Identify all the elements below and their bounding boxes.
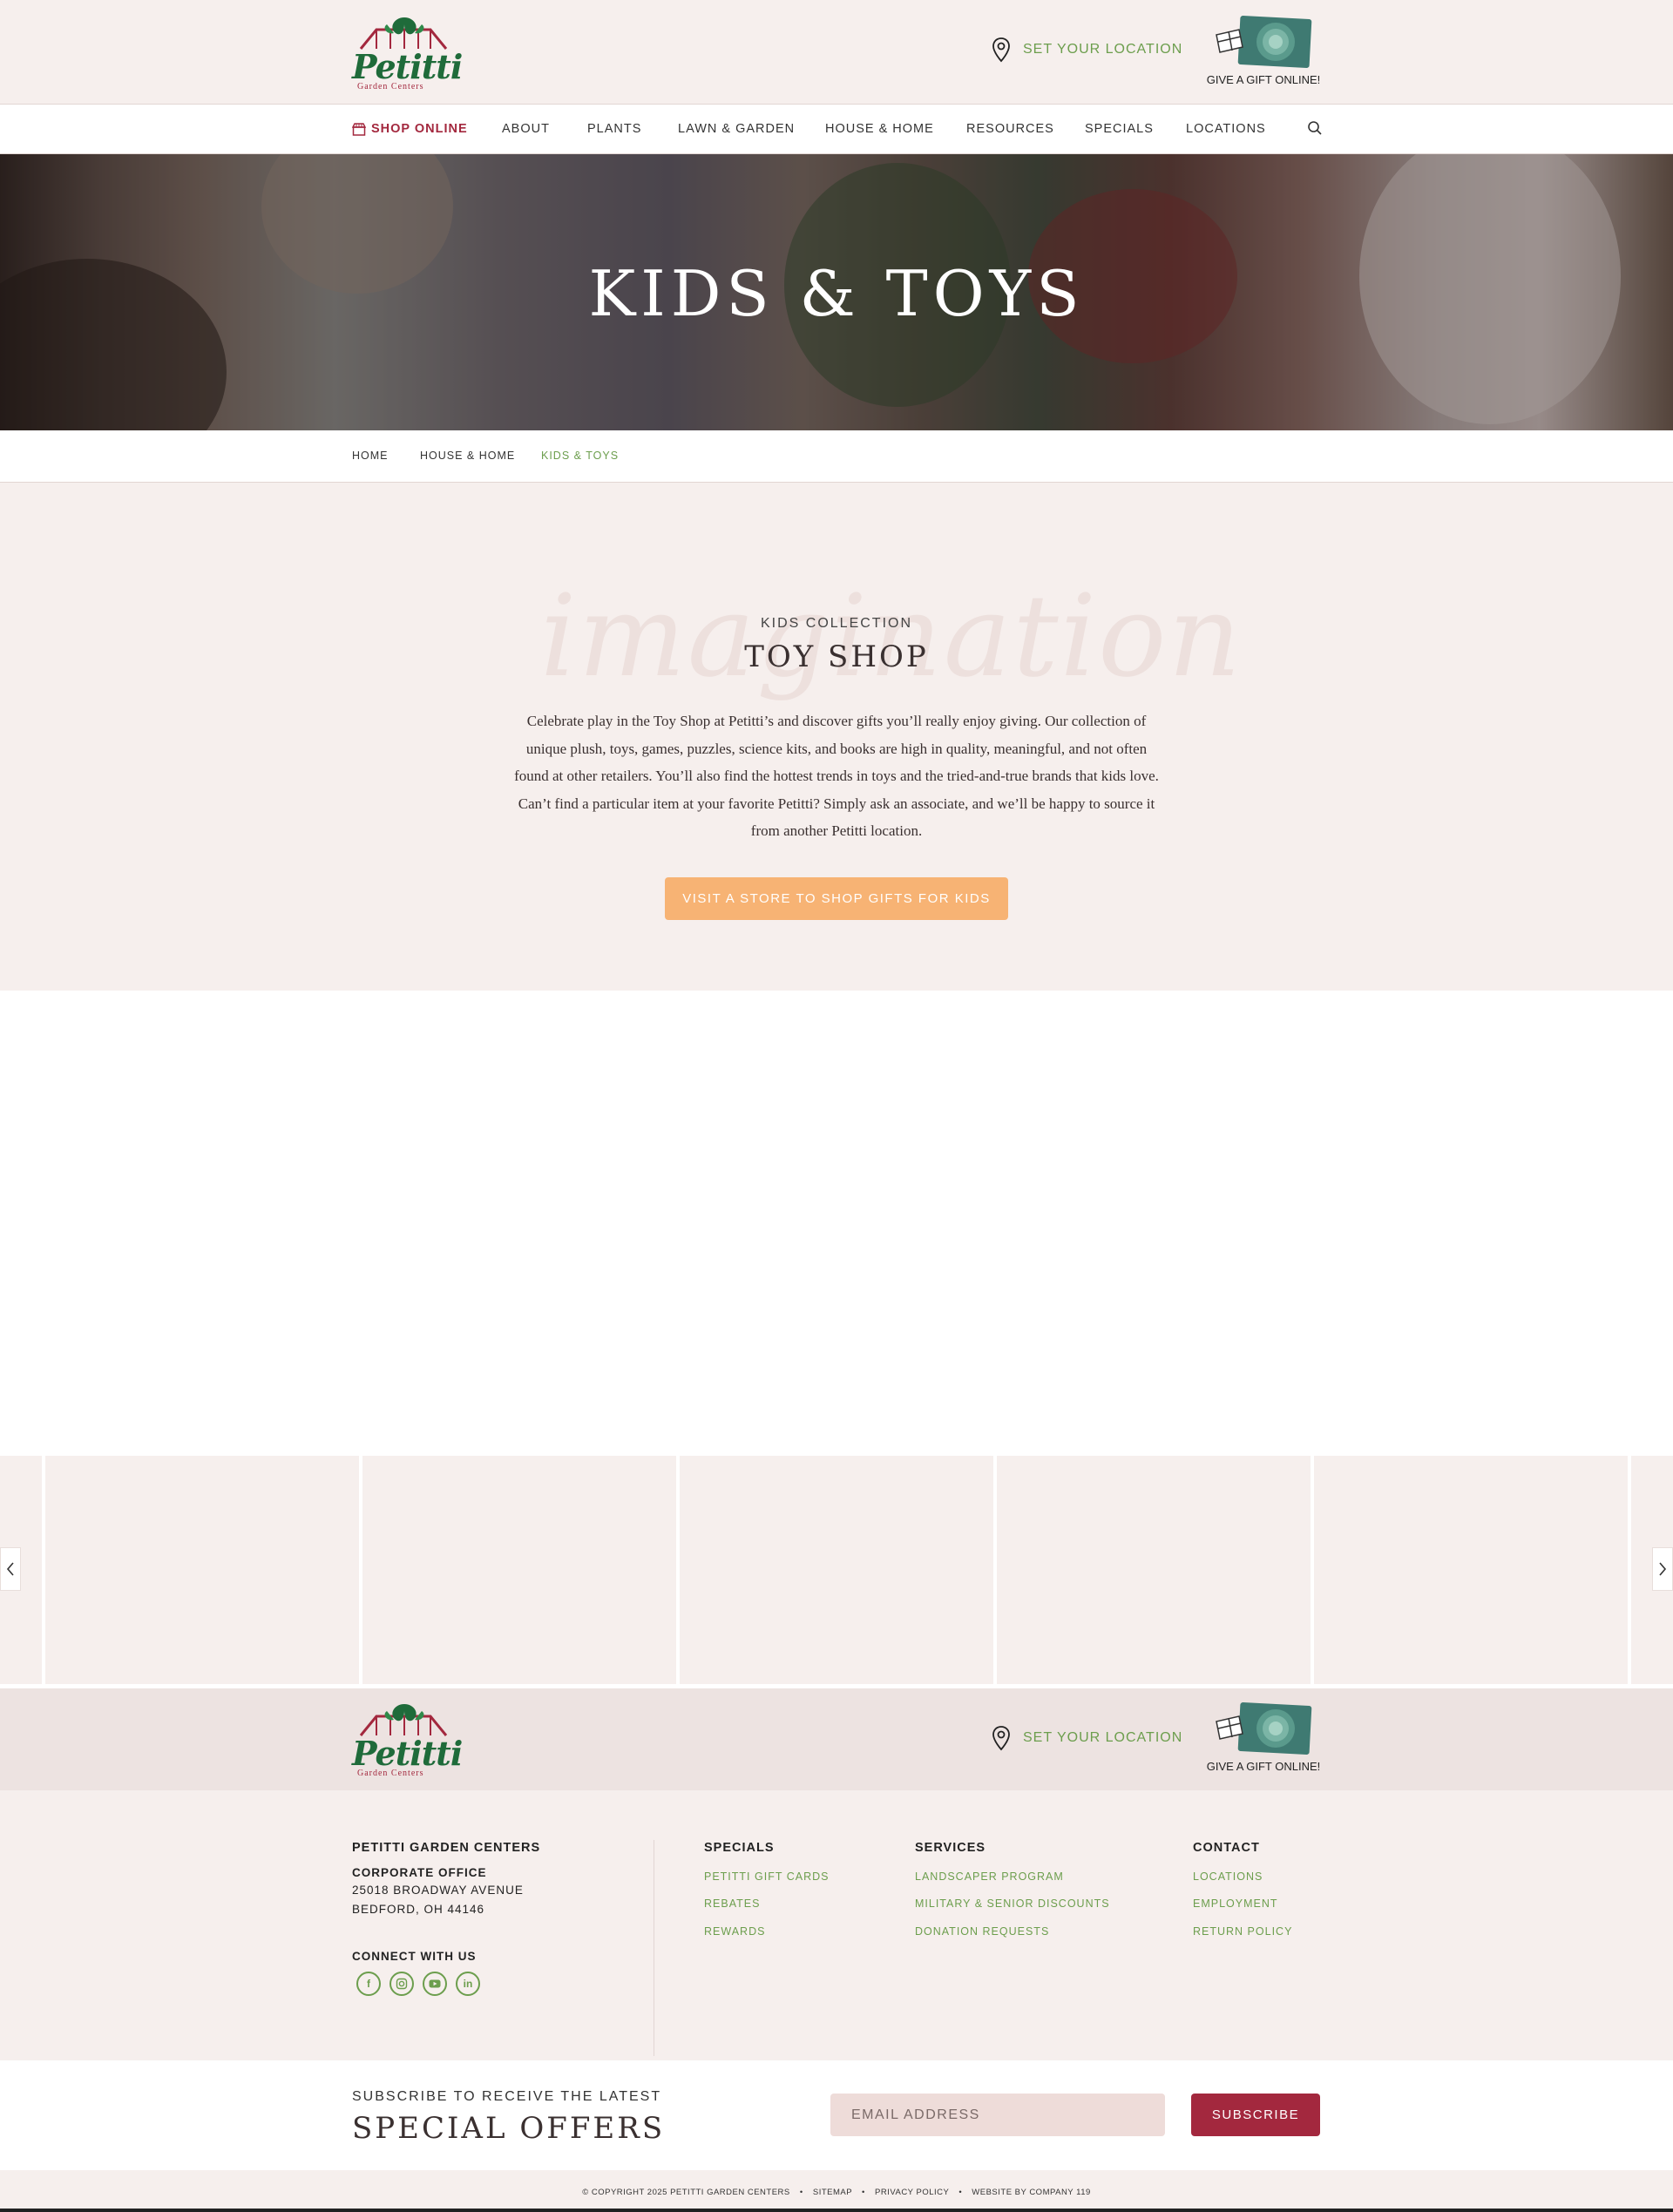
nav-resources[interactable]: RESOURCES xyxy=(966,122,1054,136)
intro-section: imagination KIDS COLLECTION TOY SHOP Cel… xyxy=(0,483,1673,991)
section-title: TOY SHOP xyxy=(744,639,929,674)
empty-content-area xyxy=(0,991,1673,1456)
privacy-policy-link[interactable]: PRIVACY POLICY xyxy=(875,2188,949,2197)
gift-card-label: GIVE A GIFT ONLINE! xyxy=(1206,73,1321,86)
main-nav: SHOP ONLINE ABOUT PLANTS LAWN & GARDEN H… xyxy=(0,104,1673,154)
website-credit-link[interactable]: WEBSITE BY COMPANY 119 xyxy=(972,2188,1090,2197)
footer-set-location-link[interactable]: SET YOUR LOCATION xyxy=(992,1725,1182,1751)
footer-company-name: PETITTI GARDEN CENTERS xyxy=(352,1841,541,1855)
bottom-edge-bar xyxy=(0,2209,1673,2212)
footer-link-discounts[interactable]: MILITARY & SENIOR DISCOUNTS xyxy=(915,1897,1110,1910)
breadcrumb-home[interactable]: HOME xyxy=(352,450,389,462)
footer-gift-card-link[interactable]: GIVE A GIFT ONLINE! xyxy=(1206,1702,1321,1773)
separator-dot: • xyxy=(862,2188,865,2197)
footer-link-rebates[interactable]: REBATES xyxy=(704,1897,760,1910)
footer-address: 25018 BROADWAY AVENUE BEDFORD, OH 44146 xyxy=(352,1881,524,1919)
nav-about[interactable]: ABOUT xyxy=(502,122,550,136)
separator-dot: • xyxy=(799,2188,803,2197)
section-kicker: KIDS COLLECTION xyxy=(760,616,913,631)
logo-subtitle: Garden Centers xyxy=(357,82,424,91)
map-pin-icon xyxy=(992,1726,1010,1751)
footer-contact-title: CONTACT xyxy=(1193,1841,1260,1855)
nav-shop-online[interactable]: SHOP ONLINE xyxy=(352,122,468,136)
footer-link-landscaper[interactable]: LANDSCAPER PROGRAM xyxy=(915,1870,1064,1883)
set-location-label: SET YOUR LOCATION xyxy=(1023,1730,1183,1745)
gift-card-link[interactable]: GIVE A GIFT ONLINE! xyxy=(1206,16,1321,86)
carousel-slide[interactable] xyxy=(997,1456,1311,1684)
instagram-icon[interactable] xyxy=(389,1972,414,1996)
subscribe-button[interactable]: SUBSCRIBE xyxy=(1191,2094,1320,2136)
nav-lawn-garden[interactable]: LAWN & GARDEN xyxy=(678,122,795,136)
linkedin-icon[interactable]: in xyxy=(456,1972,480,1996)
newsletter-signup: SUBSCRIBE TO RECEIVE THE LATEST SPECIAL … xyxy=(0,2060,1673,2170)
copyright-text: © COPYRIGHT 2025 PETITTI GARDEN CENTERS xyxy=(582,2188,790,2197)
chevron-left-icon xyxy=(6,1562,14,1576)
footer-connect-label: CONNECT WITH US xyxy=(352,1950,477,1963)
breadcrumb-current: KIDS & TOYS xyxy=(541,450,620,462)
address-line: 25018 BROADWAY AVENUE xyxy=(352,1884,524,1897)
gift-card-label: GIVE A GIFT ONLINE! xyxy=(1206,1760,1321,1773)
carousel-prev-button[interactable] xyxy=(0,1547,21,1591)
storefront-icon xyxy=(352,122,366,136)
set-location-link[interactable]: SET YOUR LOCATION xyxy=(992,37,1182,63)
separator-dot: • xyxy=(958,2188,963,2197)
petitti-logo[interactable]: Petitti Garden Centers xyxy=(352,12,463,92)
image-carousel xyxy=(0,1456,1673,1686)
nav-locations[interactable]: LOCATIONS xyxy=(1186,122,1266,136)
facebook-icon[interactable]: f xyxy=(356,1972,381,1996)
logo-wordmark: Petitti xyxy=(352,1734,463,1773)
footer-link-gift-cards[interactable]: PETITTI GIFT CARDS xyxy=(704,1870,829,1883)
subscribe-title: SPECIAL OFFERS xyxy=(352,2111,666,2146)
decorative-script-text: imagination xyxy=(540,570,1243,702)
logo-subtitle: Garden Centers xyxy=(357,1769,424,1778)
set-location-label: SET YOUR LOCATION xyxy=(1023,42,1183,57)
map-pin-icon xyxy=(992,37,1010,63)
chevron-right-icon xyxy=(1659,1562,1667,1576)
footer-specials-title: SPECIALS xyxy=(704,1841,775,1855)
logo-wordmark: Petitti xyxy=(352,47,463,86)
sitemap-link[interactable]: SITEMAP xyxy=(813,2188,852,2197)
subscribe-kicker: SUBSCRIBE TO RECEIVE THE LATEST xyxy=(352,2089,662,2104)
footer-link-return-policy[interactable]: RETURN POLICY xyxy=(1193,1925,1292,1938)
hero-banner: KIDS & TOYS xyxy=(0,154,1673,430)
footer: PETITTI GARDEN CENTERS CORPORATE OFFICE … xyxy=(0,1790,1673,2060)
footer-header: Petitti Garden Centers SET YOUR LOCATION… xyxy=(0,1686,1673,1790)
carousel-slide[interactable] xyxy=(362,1456,676,1684)
footer-office-label: CORPORATE OFFICE xyxy=(352,1866,487,1879)
carousel-slide[interactable] xyxy=(680,1456,993,1684)
nav-house-home[interactable]: HOUSE & HOME xyxy=(825,122,934,136)
email-field[interactable] xyxy=(830,2094,1165,2136)
footer-link-rewards[interactable]: REWARDS xyxy=(704,1925,765,1938)
section-body: Celebrate play in the Toy Shop at Petitt… xyxy=(514,713,1159,839)
footer-petitti-logo[interactable]: Petitti Garden Centers xyxy=(352,1699,463,1779)
carousel-next-button[interactable] xyxy=(1652,1547,1673,1591)
carousel-slide[interactable] xyxy=(1314,1456,1628,1684)
nav-specials[interactable]: SPECIALS xyxy=(1085,122,1154,136)
copyright-bar: © COPYRIGHT 2025 PETITTI GARDEN CENTERS … xyxy=(0,2170,1673,2209)
carousel-slide[interactable] xyxy=(45,1456,359,1684)
footer-link-locations[interactable]: LOCATIONS xyxy=(1193,1870,1263,1883)
gift-card-image xyxy=(1215,1702,1312,1756)
footer-services-title: SERVICES xyxy=(915,1841,986,1855)
address-line: BEDFORD, OH 44146 xyxy=(352,1903,485,1916)
footer-link-employment[interactable]: EMPLOYMENT xyxy=(1193,1897,1278,1910)
breadcrumb-house-home[interactable]: HOUSE & HOME xyxy=(420,450,515,462)
breadcrumb: HOME HOUSE & HOME KIDS & TOYS xyxy=(0,430,1673,483)
nav-shop-online-label: SHOP ONLINE xyxy=(371,122,468,136)
social-links: f in xyxy=(356,1972,480,1996)
visit-store-button[interactable]: VISIT A STORE TO SHOP GIFTS FOR KIDS xyxy=(665,877,1008,920)
nav-plants[interactable]: PLANTS xyxy=(587,122,641,136)
youtube-icon[interactable] xyxy=(423,1972,447,1996)
search-icon[interactable] xyxy=(1307,120,1323,136)
site-header: Petitti Garden Centers SET YOUR LOCATION… xyxy=(0,0,1673,104)
hero-title: KIDS & TOYS xyxy=(588,257,1085,330)
footer-link-donations[interactable]: DONATION REQUESTS xyxy=(915,1925,1049,1938)
gift-card-image xyxy=(1215,16,1312,70)
